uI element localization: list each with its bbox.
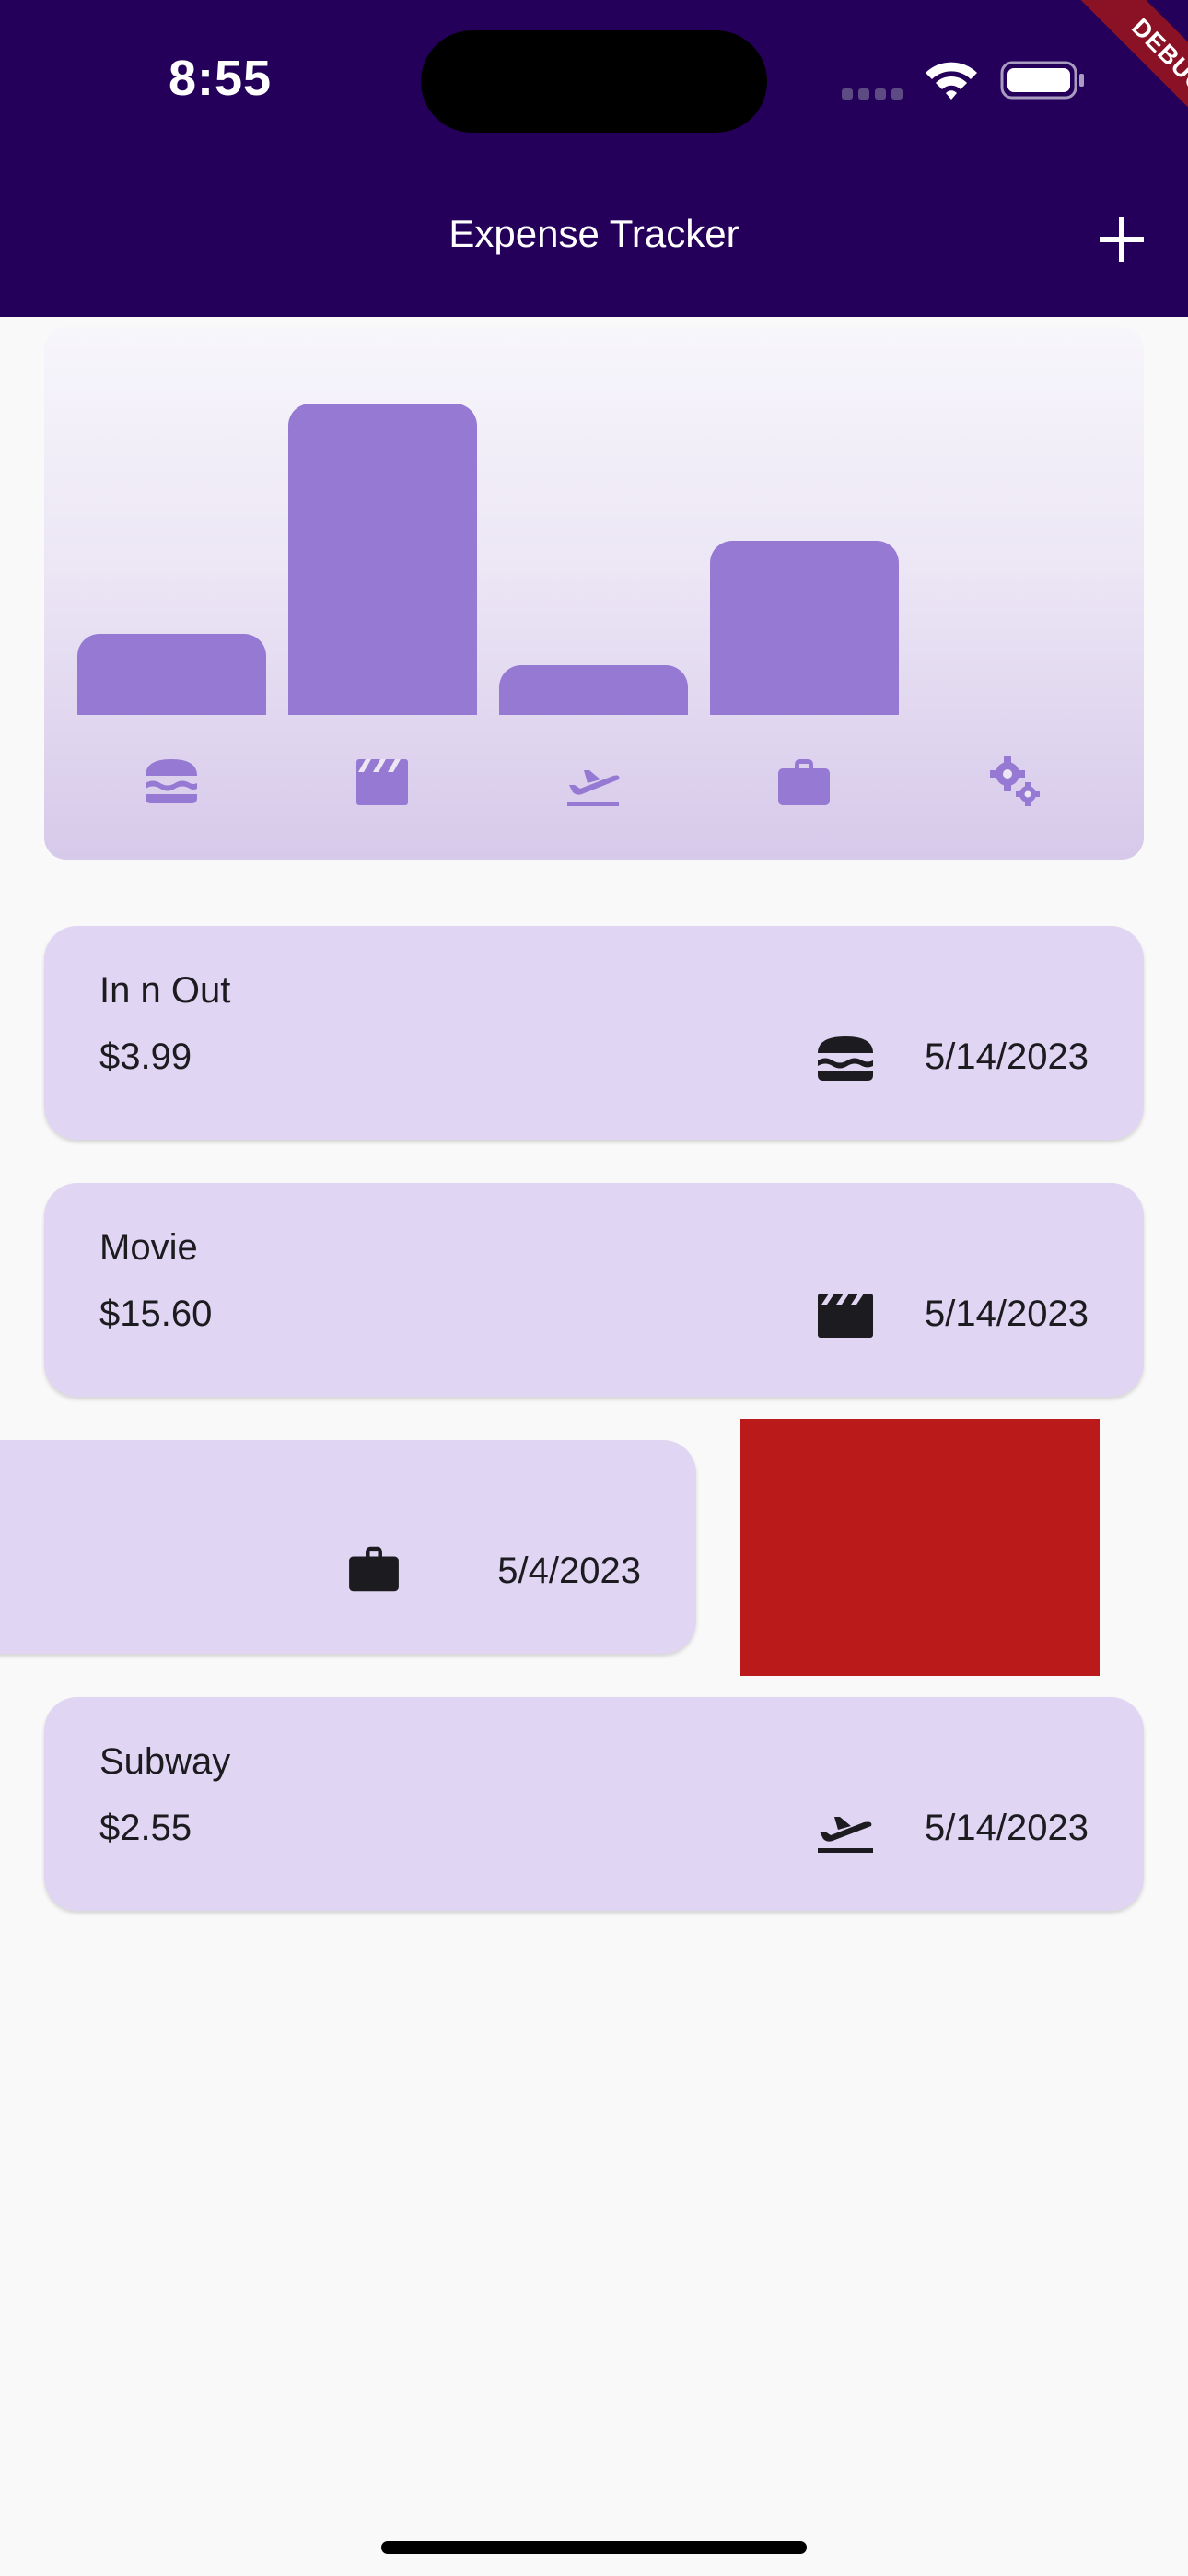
- expense-amount: $3.99: [99, 1036, 192, 1077]
- expense-item[interactable]: Subway $2.55 5/14/2023: [44, 1697, 1144, 1911]
- expense-title: Subway: [99, 1741, 231, 1782]
- expense-item[interactable]: Movie $15.60 5/14/2023: [44, 1183, 1144, 1397]
- app-title: Expense Tracker: [448, 212, 740, 255]
- app-bar: 8:55 Expense Tracker DEBUG: [0, 0, 1188, 317]
- expense-title: In n Out: [99, 970, 231, 1011]
- briefcase-icon: [778, 759, 830, 805]
- expense-item[interactable]: In n Out $3.99 5/14/2023: [44, 926, 1144, 1140]
- gears-icon: [990, 756, 1040, 806]
- expense-amount: $2.55: [99, 1808, 192, 1848]
- clapperboard-icon: [818, 1294, 873, 1338]
- expense-amount: $15.60: [99, 1294, 213, 1334]
- cellular-signal-icon: [842, 88, 903, 100]
- dynamic-island: [421, 30, 767, 133]
- clapperboard-icon: [356, 759, 408, 805]
- home-indicator: [381, 2541, 807, 2554]
- chart-bar-leisure: [288, 404, 477, 715]
- plane-departure-icon: [567, 770, 620, 806]
- debug-label: DEBUG: [1055, 0, 1188, 170]
- expense-date: 5/14/2023: [925, 1036, 1089, 1077]
- dismiss-background: [740, 1419, 1100, 1676]
- chart-bar-travel: [499, 665, 688, 715]
- briefcase-icon: [349, 1546, 399, 1592]
- expense-date: 5/4/2023: [497, 1551, 641, 1591]
- burger-icon: [146, 759, 197, 803]
- expense-date: 5/14/2023: [925, 1294, 1089, 1334]
- chart-bar-work: [710, 541, 899, 715]
- expense-chart: [44, 327, 1144, 860]
- expense-title: Movie: [99, 1227, 198, 1268]
- plane-departure-icon: [818, 1817, 873, 1853]
- wifi-icon: [926, 62, 977, 100]
- expense-date: 5/14/2023: [925, 1808, 1089, 1848]
- status-time: 8:55: [169, 51, 273, 106]
- expense-item[interactable]: 5/4/2023: [0, 1440, 696, 1654]
- add-expense-button[interactable]: [1096, 214, 1147, 265]
- burger-icon: [818, 1036, 873, 1081]
- chart-bar-food: [77, 634, 266, 715]
- debug-banner: DEBUG: [1004, 0, 1188, 184]
